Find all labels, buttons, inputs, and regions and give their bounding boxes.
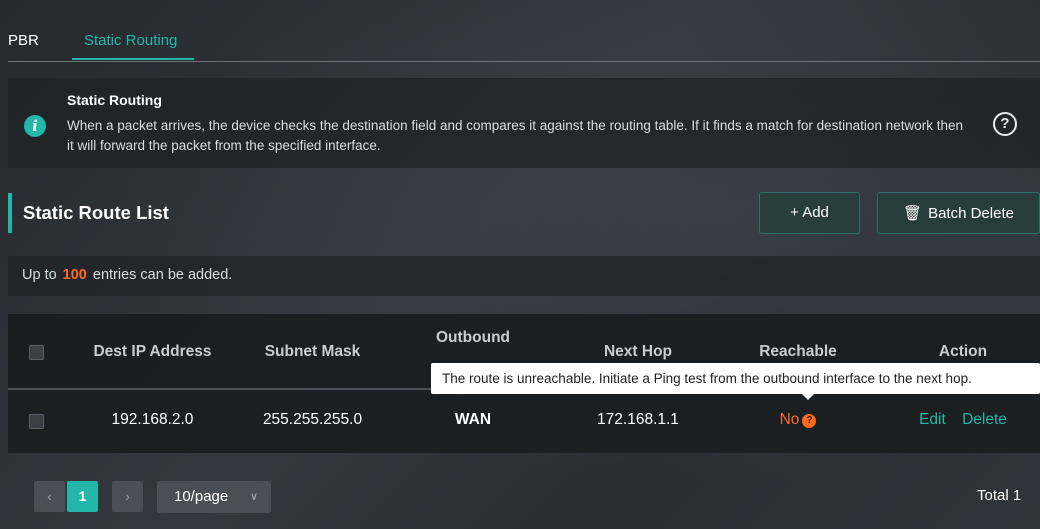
unreachable-tooltip: The route is unreachable. Initiate a Pin… xyxy=(431,363,1040,394)
static-routing-page: PBR Static Routing i Static Routing When… xyxy=(0,0,1040,529)
total-count: Total 1 xyxy=(977,487,1022,504)
cell-reachable: No? xyxy=(728,411,868,429)
tab-pbr[interactable]: PBR xyxy=(8,32,39,49)
cell-dest-ip: 192.168.2.0 xyxy=(111,411,194,428)
page-size-value: 10/page xyxy=(174,488,229,505)
limit-prefix: Up to xyxy=(22,267,57,283)
column-header-subnet-mask: Subnet Mask xyxy=(264,343,361,360)
next-page-button[interactable]: › xyxy=(112,481,143,512)
cell-outbound: WAN xyxy=(454,411,492,428)
active-tab-indicator xyxy=(72,58,194,60)
info-banner: i Static Routing When a packet arrives, … xyxy=(8,78,1040,168)
cell-next-hop: 172.168.1.1 xyxy=(597,411,679,428)
limit-number: 100 xyxy=(62,267,87,283)
tooltip-arrow xyxy=(801,393,815,400)
question-circle-icon[interactable]: ? xyxy=(993,112,1017,136)
column-header-reachable: Reachable xyxy=(759,343,837,360)
tab-divider xyxy=(8,61,1040,62)
page-size-select[interactable]: 10/page ∨ xyxy=(157,481,271,513)
prev-page-button[interactable]: ‹ xyxy=(34,481,65,512)
info-icon: i xyxy=(24,115,46,137)
delete-link[interactable]: Delete xyxy=(962,411,1007,428)
chevron-down-icon: ∨ xyxy=(250,491,259,503)
tab-static-routing[interactable]: Static Routing xyxy=(84,32,177,49)
info-description: When a packet arrives, the device checks… xyxy=(67,118,963,153)
batch-delete-label: Batch Delete xyxy=(928,205,1014,222)
table-row: 192.168.2.0 255.255.255.0 WAN 172.168.1.… xyxy=(8,390,1040,453)
column-header-outbound: Outbound xyxy=(435,329,511,346)
page-button-1[interactable]: 1 xyxy=(67,481,98,512)
section-title: Static Route List xyxy=(23,202,169,223)
row-checkbox[interactable] xyxy=(29,414,44,429)
cell-subnet-mask: 255.255.255.0 xyxy=(262,411,363,428)
reachable-status: No xyxy=(779,411,800,428)
question-icon[interactable]: ? xyxy=(802,414,817,428)
batch-delete-button[interactable]: 🗑 Batch Delete xyxy=(877,192,1040,234)
entry-limit-notice: Up to 100 entries can be added. xyxy=(8,256,1040,296)
add-button[interactable]: + Add xyxy=(759,192,860,234)
limit-suffix: entries can be added. xyxy=(92,267,233,283)
section-accent-bar xyxy=(8,193,12,233)
column-header-next-hop: Next Hop xyxy=(603,343,673,360)
select-all-checkbox[interactable] xyxy=(29,345,44,360)
info-title: Static Routing xyxy=(67,92,162,108)
column-header-action: Action xyxy=(938,343,988,360)
trash-icon: 🗑 xyxy=(903,204,923,222)
tab-bar: PBR Static Routing xyxy=(0,0,1040,62)
edit-link[interactable]: Edit xyxy=(919,411,946,428)
cell-actions: Edit Delete xyxy=(903,411,1023,429)
column-header-dest-ip: Dest IP Address xyxy=(93,343,212,360)
